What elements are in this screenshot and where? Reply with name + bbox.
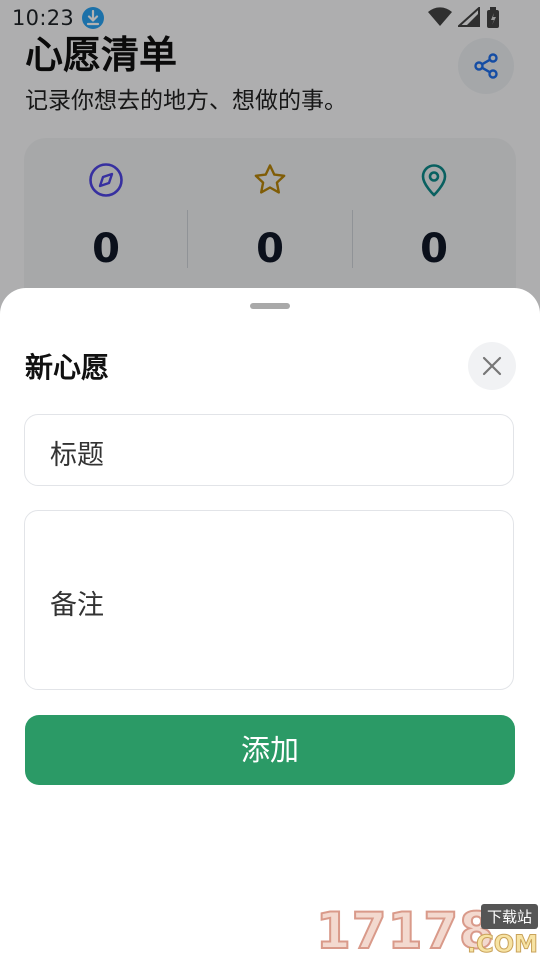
watermark-suffix: .COM (466, 930, 538, 959)
drag-handle[interactable] (250, 303, 290, 309)
watermark-tag: 下载站 (480, 904, 538, 929)
title-input[interactable]: 标题 (24, 414, 514, 486)
note-input[interactable]: 备注 (24, 510, 514, 690)
sheet-title: 新心愿 (25, 351, 110, 384)
note-placeholder: 备注 (50, 590, 104, 621)
title-placeholder: 标题 (50, 440, 104, 471)
add-button[interactable]: 添加 (25, 715, 515, 785)
close-button[interactable] (468, 342, 516, 390)
close-icon (482, 356, 502, 376)
new-wish-sheet: 新心愿 标题 备注 添加 (0, 288, 540, 960)
site-watermark: 17178 下载站 .COM (315, 900, 540, 960)
